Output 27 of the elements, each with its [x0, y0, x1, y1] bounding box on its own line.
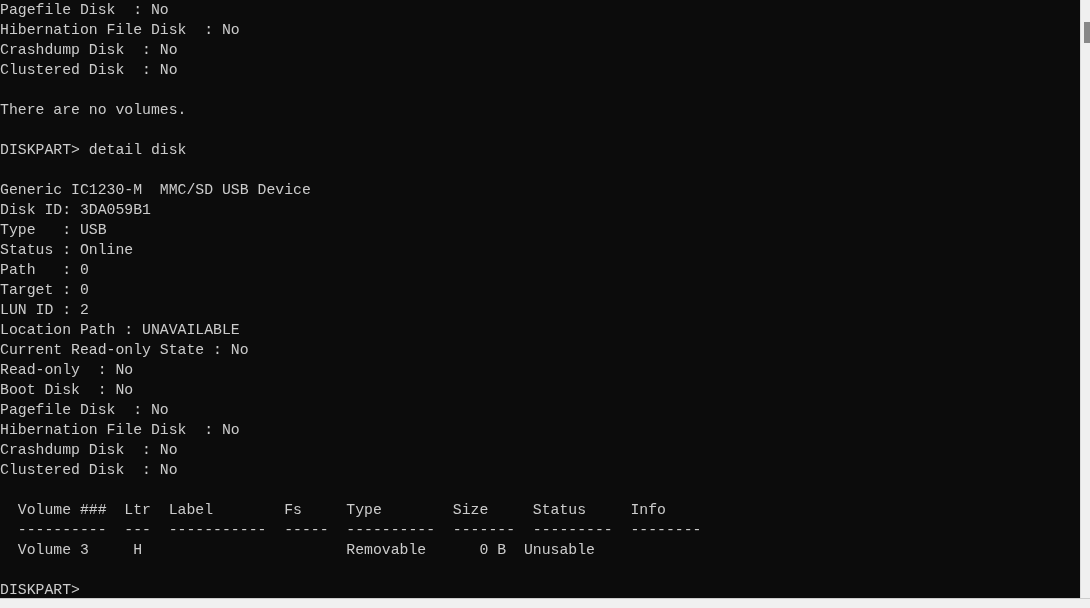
console-line: Generic IC1230-M MMC/SD USB Device [0, 181, 311, 200]
console-line: DISKPART> [0, 581, 80, 598]
console-line: Type : USB [0, 221, 107, 240]
console-line: Disk ID: 3DA059B1 [0, 201, 151, 220]
console-line: Clustered Disk : No [0, 61, 178, 80]
console-line: Path : 0 [0, 261, 89, 280]
console-line: Hibernation File Disk : No [0, 21, 240, 40]
console-line: Volume 3 H Removable 0 B Unusable [16, 541, 595, 560]
console-line: Pagefile Disk : No [0, 401, 169, 420]
console-line: Crashdump Disk : No [0, 41, 178, 60]
console-line: Hibernation File Disk : No [0, 421, 240, 440]
console-line: ---------- --- ----------- ----- ---------- ------- --------- -------- [16, 521, 702, 540]
console-line: Current Read-only State : No [0, 341, 249, 360]
console-line: Target : 0 [0, 281, 89, 300]
vertical-scrollbar[interactable] [1080, 0, 1090, 598]
console-line: DISKPART> detail disk [0, 141, 187, 160]
console-line: Status : Online [0, 241, 134, 260]
console-line: There are no volumes. [0, 101, 187, 120]
console-line: Boot Disk : No [0, 381, 134, 400]
console-line: Read-only : No [0, 361, 134, 380]
console-line: Volume ### Ltr Label Fs Type Size Status Info [16, 501, 666, 520]
console-line: Location Path : UNAVAILABLE [0, 321, 240, 340]
scroll-thumb[interactable] [1084, 22, 1090, 43]
console-line: Crashdump Disk : No [0, 441, 178, 460]
console-line: LUN ID : 2 [0, 301, 89, 320]
console-line: Clustered Disk : No [0, 461, 178, 480]
console-line: Pagefile Disk : No [0, 1, 169, 20]
